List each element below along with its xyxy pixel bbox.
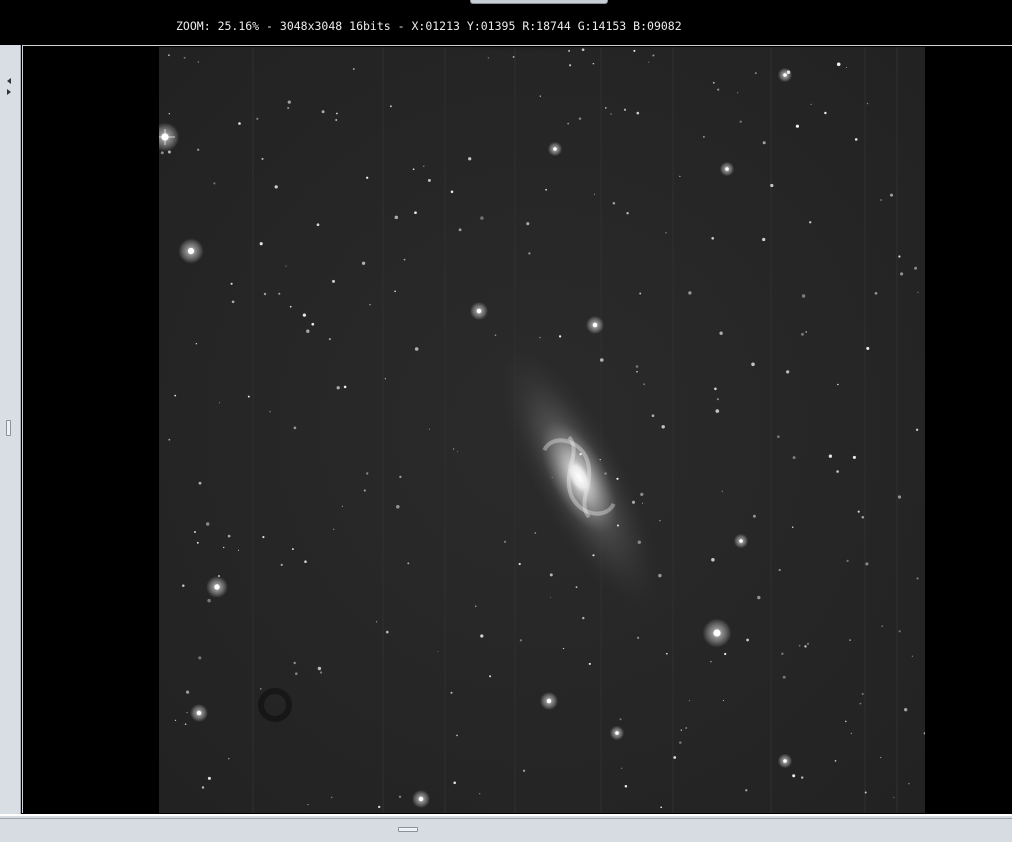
pixel-red: 18744 xyxy=(536,19,571,33)
side-splitter-grip-icon[interactable] xyxy=(6,420,11,436)
image-viewer-app: ZOOM: 25.16% - 3048x3048 16bits - X:0121… xyxy=(0,0,1012,842)
pixel-green: 14153 xyxy=(591,19,627,33)
cursor-x: 01213 xyxy=(425,19,460,33)
bottom-panel-bar xyxy=(0,814,1012,842)
spiral-galaxy xyxy=(497,342,661,612)
top-dark-vignette xyxy=(399,47,659,75)
arrow-left-icon[interactable] xyxy=(7,78,11,84)
top-panel-handle[interactable] xyxy=(470,0,608,4)
image-viewport[interactable] xyxy=(22,45,1012,813)
b-label: B: xyxy=(633,19,648,33)
zoom-value: 25.16% xyxy=(217,19,260,33)
dust-donut-artifact xyxy=(258,688,292,722)
bit-depth: 16bits xyxy=(349,19,391,33)
x-label: X: xyxy=(411,19,426,33)
pixel-blue: 09082 xyxy=(647,19,682,33)
bottom-divider xyxy=(0,818,1012,819)
status-bar: ZOOM: 25.16% - 3048x3048 16bits - X:0121… xyxy=(0,0,1012,45)
side-panel[interactable] xyxy=(0,45,21,814)
arrow-right-icon[interactable] xyxy=(7,89,11,95)
status-readout: ZOOM: 25.16% - 3048x3048 16bits - X:0121… xyxy=(176,19,682,33)
astro-image-frame[interactable] xyxy=(159,47,925,813)
r-label: R: xyxy=(522,19,537,33)
bottom-splitter-grip-icon[interactable] xyxy=(398,827,418,832)
galaxy-image xyxy=(159,47,925,813)
y-label: Y: xyxy=(466,19,481,33)
cursor-y: 01395 xyxy=(480,19,516,33)
zoom-label: ZOOM: xyxy=(176,19,211,33)
image-dimensions: 3048x3048 xyxy=(279,19,343,33)
g-label: G: xyxy=(577,19,592,33)
